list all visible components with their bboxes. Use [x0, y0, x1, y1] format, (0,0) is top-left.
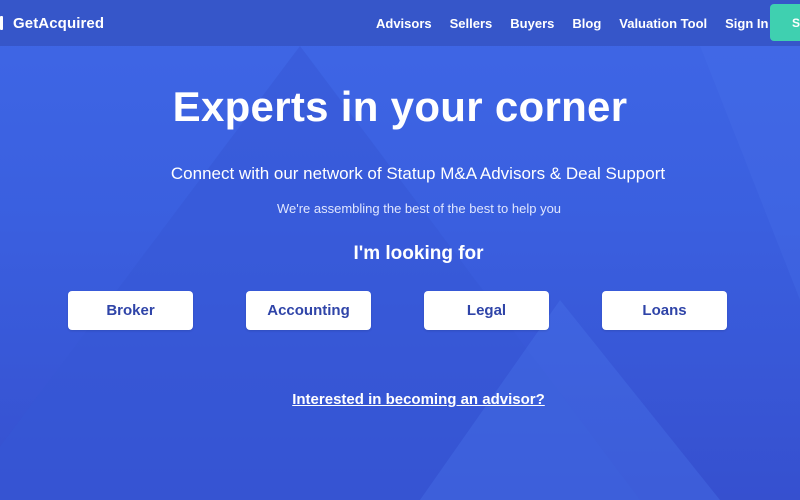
page-title: Experts in your corner: [172, 83, 628, 130]
loans-button[interactable]: Loans: [602, 291, 727, 330]
legal-button[interactable]: Legal: [424, 291, 549, 330]
nav-sign-in[interactable]: Sign In: [725, 16, 768, 31]
nav-advisors[interactable]: Advisors: [376, 16, 432, 31]
hero-subtext: We're assembling the best of the best to…: [276, 201, 562, 216]
top-navigation-bar: GetAcquired Advisors Sellers Buyers Blog…: [0, 0, 800, 46]
accounting-button[interactable]: Accounting: [246, 291, 371, 330]
site-logo[interactable]: GetAcquired: [0, 0, 104, 46]
hero-section: Experts in your corner Connect with our …: [0, 46, 800, 500]
looking-for-heading: I'm looking for: [353, 243, 484, 264]
logo-icon: [0, 16, 3, 30]
nav-sellers[interactable]: Sellers: [450, 16, 493, 31]
nav-buyers[interactable]: Buyers: [510, 16, 554, 31]
nav-valuation-tool[interactable]: Valuation Tool: [619, 16, 707, 31]
logo-text: GetAcquired: [13, 14, 105, 32]
broker-button[interactable]: Broker: [68, 291, 193, 330]
become-advisor-link[interactable]: Interested in becoming an advisor?: [0, 391, 800, 408]
nav-blog[interactable]: Blog: [572, 16, 601, 31]
main-nav: Advisors Sellers Buyers Blog Valuation T…: [376, 0, 786, 46]
hero-subtitle: Connect with our network of Statup M&A A…: [170, 164, 666, 183]
signup-cta-button[interactable]: S: [770, 4, 800, 41]
